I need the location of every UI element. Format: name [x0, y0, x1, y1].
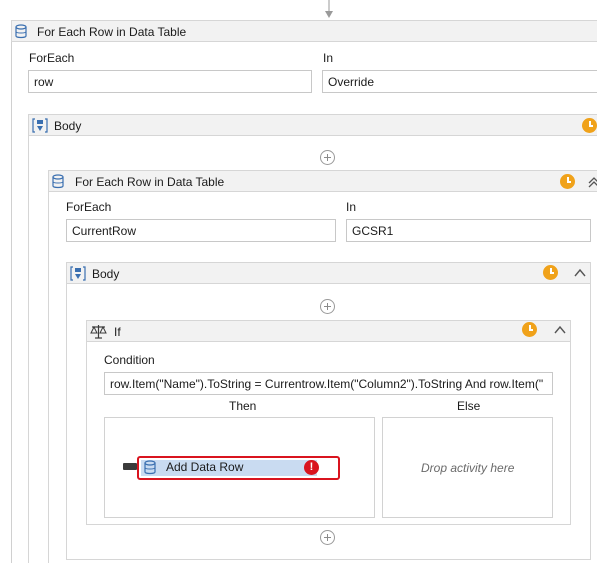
sequence-icon: [32, 118, 48, 133]
outer-body-title: Body: [54, 119, 82, 133]
error-icon[interactable]: !: [304, 460, 319, 475]
outer-foreach-label: ForEach: [29, 51, 75, 65]
outer-foreach-title: For Each Row in Data Table: [37, 25, 187, 39]
clock-icon: [543, 265, 558, 280]
data-table-icon: [15, 24, 27, 39]
else-label: Else: [457, 399, 481, 413]
inner-foreach-title: For Each Row in Data Table: [75, 175, 225, 189]
drag-connector-handle[interactable]: [123, 463, 137, 470]
if-title: If: [114, 325, 121, 339]
outer-body-header[interactable]: Body: [28, 114, 597, 136]
inner-body-title: Body: [92, 267, 120, 281]
data-table-icon: [144, 460, 156, 475]
inner-foreach-header[interactable]: For Each Row in Data Table: [48, 170, 597, 192]
flow-arrow-icon: [325, 0, 333, 18]
outer-foreach-item-input[interactable]: row: [28, 70, 312, 93]
inner-body-header[interactable]: Body: [66, 262, 591, 284]
inner-foreach-item-input[interactable]: CurrentRow: [66, 219, 336, 242]
clock-icon: [560, 174, 575, 189]
add-activity-plus-icon[interactable]: [320, 150, 335, 165]
collapse-chevron-icon[interactable]: [573, 266, 587, 280]
add-activity-plus-icon[interactable]: [320, 530, 335, 545]
add-activity-plus-icon[interactable]: [320, 299, 335, 314]
inner-in-input[interactable]: GCSR1: [346, 219, 591, 242]
outer-foreach-header[interactable]: For Each Row in Data Table: [11, 20, 597, 42]
condition-label: Condition: [104, 353, 155, 367]
add-data-row-label: Add Data Row: [166, 460, 244, 474]
collapse-chevron-icon[interactable]: [553, 323, 567, 337]
add-data-row-activity[interactable]: Add Data Row !: [137, 456, 340, 480]
clock-icon: [522, 322, 537, 337]
then-label: Then: [229, 399, 257, 413]
sequence-icon: [70, 266, 86, 281]
collapse-chevron-icon[interactable]: [587, 175, 597, 189]
data-table-icon: [52, 174, 64, 189]
if-header[interactable]: If: [86, 320, 571, 342]
condition-input[interactable]: row.Item("Name").ToString = Currentrow.I…: [104, 372, 553, 395]
outer-in-label: In: [323, 51, 334, 65]
outer-in-input[interactable]: Override: [322, 70, 597, 93]
inner-in-label: In: [346, 200, 357, 214]
clock-icon: [582, 118, 597, 133]
else-drop-placeholder: Drop activity here: [421, 461, 515, 475]
inner-foreach-label: ForEach: [66, 200, 112, 214]
scale-icon: [90, 325, 107, 339]
